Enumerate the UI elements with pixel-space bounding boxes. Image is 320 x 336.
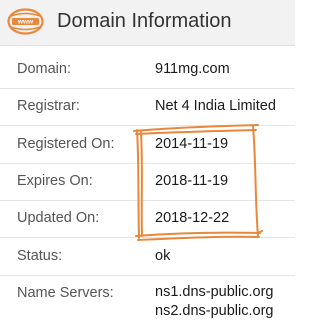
row-name-servers: Name Servers: ns1.dns-public.org ns2.dns…: [0, 276, 295, 336]
registrar-value: Net 4 India Limited: [155, 98, 276, 114]
domain-info-card: www Domain Information Domain: 911mg.com…: [0, 0, 295, 327]
registered-on-label: Registered On:: [17, 136, 115, 152]
registered-on-value: 2014-11-19: [155, 136, 229, 152]
name-server-item: ns1.dns-public.org: [155, 284, 274, 300]
card-header: www Domain Information: [0, 0, 295, 46]
name-server-item: ns2.dns-public.org: [155, 303, 274, 319]
page-title: Domain Information: [57, 10, 232, 32]
row-registered-on: Registered On: 2014-11-19: [0, 127, 295, 164]
status-value: ok: [155, 248, 171, 264]
domain-label: Domain:: [17, 61, 71, 77]
name-servers-label: Name Servers:: [17, 285, 114, 301]
expires-on-value: 2018-11-19: [155, 173, 229, 189]
www-icon-text: www: [17, 19, 34, 26]
row-expires-on: Expires On: 2018-11-19: [0, 164, 295, 201]
expires-on-label: Expires On:: [17, 173, 93, 189]
row-domain: Domain: 911mg.com: [0, 52, 295, 89]
row-updated-on: Updated On: 2018-12-22: [0, 201, 295, 238]
updated-on-value: 2018-12-22: [155, 210, 230, 226]
www-globe-icon: www: [7, 8, 44, 35]
updated-on-label: Updated On:: [17, 210, 100, 226]
row-registrar: Registrar: Net 4 India Limited: [0, 89, 295, 126]
domain-value: 911mg.com: [155, 61, 230, 77]
registrar-label: Registrar:: [17, 98, 80, 114]
row-status: Status: ok: [0, 239, 295, 276]
status-label: Status:: [17, 248, 63, 264]
name-servers-list: ns1.dns-public.org ns2.dns-public.org: [155, 283, 274, 321]
